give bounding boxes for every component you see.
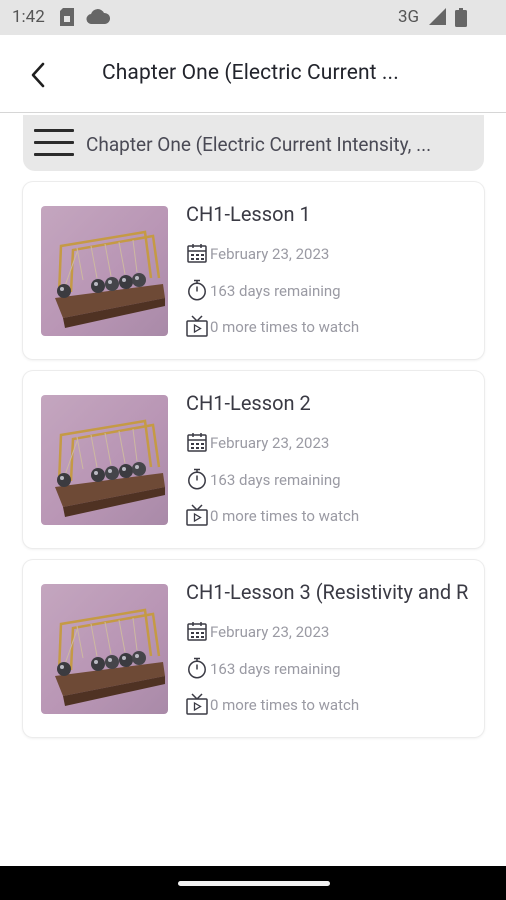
- status-time: 1:42: [12, 7, 45, 27]
- hamburger-menu-icon[interactable]: [34, 129, 74, 157]
- chapter-title: Chapter One (Electric Current Intensity,…: [86, 133, 432, 156]
- sim-card-icon: [60, 8, 74, 26]
- chevron-left-icon: [31, 62, 45, 88]
- signal-icon: [429, 8, 446, 25]
- newtons-cradle-image: [55, 230, 165, 328]
- lesson-title: CH1-Lesson 3 (Resistivity and R: [186, 580, 469, 604]
- lesson-thumbnail: [41, 206, 168, 336]
- lesson-remaining: 163 days remaining: [186, 468, 476, 492]
- network-type: 3G: [398, 7, 420, 27]
- newtons-cradle-image: [55, 608, 165, 706]
- tv-play-icon: [186, 315, 208, 337]
- lesson-watch-count: 0 more times to watch: [186, 693, 476, 717]
- lesson-card[interactable]: CH1-Lesson 3 (Resistivity and R February…: [23, 560, 484, 737]
- lesson-title: CH1-Lesson 2: [186, 391, 311, 415]
- remaining-text: 163 days remaining: [210, 660, 341, 678]
- tv-play-icon: [186, 693, 208, 715]
- lesson-date: February 23, 2023: [186, 242, 476, 266]
- newtons-cradle-image: [55, 419, 165, 517]
- watch-text: 0 more times to watch: [210, 318, 360, 336]
- cloud-icon: [86, 9, 110, 24]
- remaining-text: 163 days remaining: [210, 471, 341, 489]
- lesson-card[interactable]: CH1-Lesson 2 February 23, 2023 163 days …: [23, 371, 484, 548]
- tv-play-icon: [186, 504, 208, 526]
- remaining-text: 163 days remaining: [210, 282, 341, 300]
- back-button[interactable]: [22, 57, 58, 93]
- header-divider: [0, 112, 506, 113]
- lesson-card[interactable]: CH1-Lesson 1 February 23, 2023 163 days …: [23, 182, 484, 359]
- date-text: February 23, 2023: [210, 623, 330, 641]
- lesson-watch-count: 0 more times to watch: [186, 315, 476, 339]
- stopwatch-icon: [188, 468, 206, 490]
- calendar-icon: [187, 244, 207, 263]
- date-text: February 23, 2023: [210, 434, 330, 452]
- watch-text: 0 more times to watch: [210, 696, 360, 714]
- calendar-icon: [187, 433, 207, 452]
- calendar-icon: [187, 622, 207, 641]
- status-bar: 1:42 3G: [0, 0, 506, 35]
- page-title: Chapter One (Electric Current ...: [102, 61, 399, 85]
- lesson-remaining: 163 days remaining: [186, 279, 476, 303]
- lesson-date: February 23, 2023: [186, 431, 476, 455]
- battery-icon: [455, 8, 467, 27]
- lesson-date: February 23, 2023: [186, 620, 476, 644]
- lesson-thumbnail: [41, 395, 168, 525]
- system-nav-bar: [0, 866, 506, 900]
- stopwatch-icon: [188, 279, 206, 301]
- watch-text: 0 more times to watch: [210, 507, 360, 525]
- home-gesture-handle[interactable]: [178, 881, 330, 886]
- app-header: Chapter One (Electric Current ...: [0, 35, 506, 113]
- lesson-title: CH1-Lesson 1: [186, 202, 311, 226]
- lesson-remaining: 163 days remaining: [186, 657, 476, 681]
- lesson-watch-count: 0 more times to watch: [186, 504, 476, 528]
- date-text: February 23, 2023: [210, 245, 330, 263]
- stopwatch-icon: [188, 657, 206, 679]
- chapter-selector[interactable]: Chapter One (Electric Current Intensity,…: [23, 115, 484, 171]
- lesson-thumbnail: [41, 584, 168, 714]
